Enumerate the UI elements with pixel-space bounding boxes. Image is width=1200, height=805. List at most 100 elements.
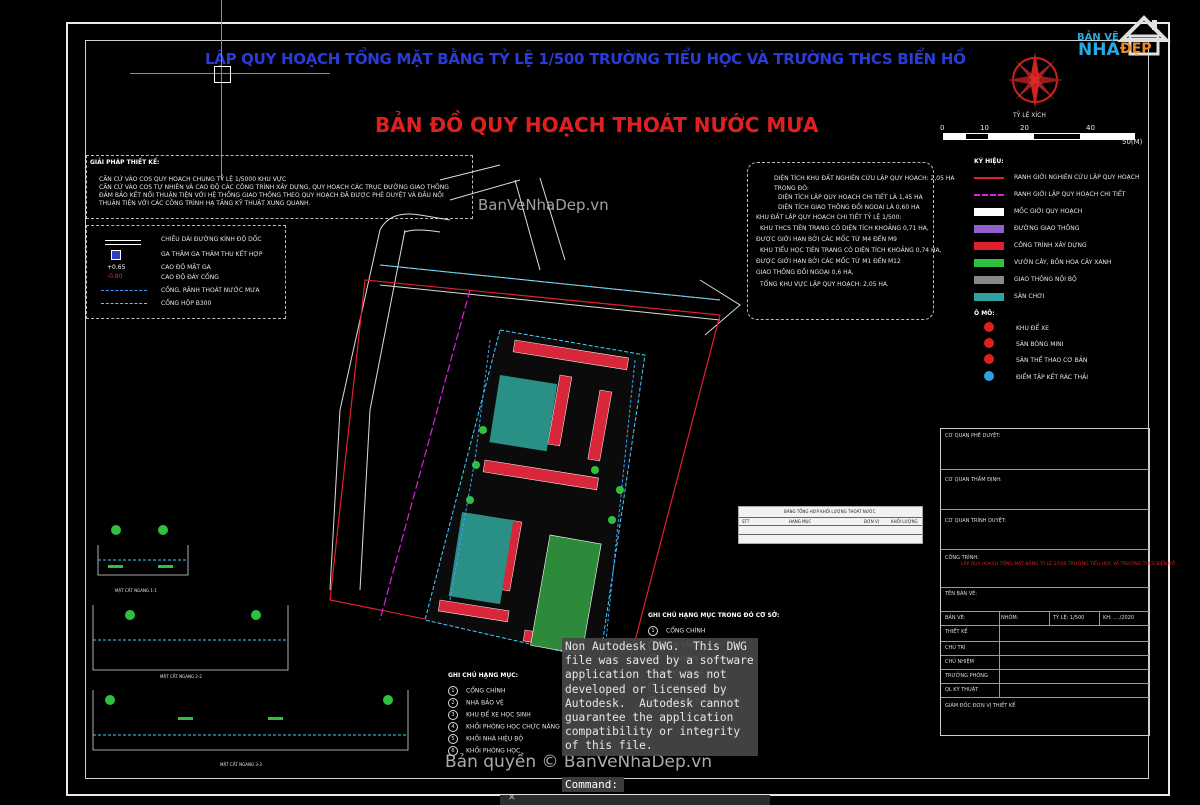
legend-item: VƯỜN CÂY, BỒN HOA CÂY XANH xyxy=(974,254,1139,271)
invert-level-symbol: -0.80 xyxy=(107,273,123,280)
item-number-icon: 1 xyxy=(648,626,658,636)
tb-tech: QL KỸ THUẬT xyxy=(945,687,979,693)
crosshair-vertical xyxy=(221,0,222,180)
legend-item: RANH GIỚI NGHIÊN CỨU LẬP QUY HOẠCH xyxy=(974,169,1139,186)
section-label: MẶT CẮT NGANG 1-1 xyxy=(115,588,157,593)
item-number-icon: 5 xyxy=(448,734,458,744)
tb-submission: CƠ QUAN TRÌNH DUYỆT: xyxy=(945,518,1006,524)
legend-label: CÔNG TRÌNH XÂY DỰNG xyxy=(1014,241,1087,249)
football-field-icon xyxy=(984,338,994,348)
legend-heading: KÝ HIỆU: xyxy=(974,158,1004,165)
legend-label: ĐƯỜNG GIAO THÔNG xyxy=(1014,224,1080,232)
north-arrow-icon xyxy=(1007,52,1063,108)
area-line: DIỆN TÍCH KHU ĐẤT NGHIÊN CỨU LẬP QUY HOẠ… xyxy=(774,175,955,182)
scale-bar xyxy=(943,133,1135,140)
drain-legend-item: CHIỀU DÀI ĐƯỜNG KÍNH ĐỘ DỐC xyxy=(161,236,262,243)
scale-tick-3: 40 xyxy=(1086,124,1095,132)
cross-sections xyxy=(92,525,409,751)
area-line: DIỆN TÍCH GIAO THÔNG ĐỐI NGOẠI LÀ 0,60 H… xyxy=(778,204,920,211)
scale-tick-1: 10 xyxy=(980,124,989,132)
cad-cursor-icon[interactable] xyxy=(214,66,231,83)
sports-court-icon xyxy=(984,354,994,364)
legend-swatch-icon xyxy=(974,224,1004,233)
legend-item: ĐƯỜNG GIAO THÔNG xyxy=(974,220,1139,237)
scale-tick-4: 50(M) xyxy=(1122,138,1143,146)
area-line: ĐƯỢC GIỚI HẠN BỞI CÁC MỐC TỪ M1 ĐẾN M12 xyxy=(756,258,901,265)
list-item: 2NHÀ BẢO VỆ xyxy=(448,698,504,708)
drain-legend-item: GA THĂM GA THÂM THU KẾT HỢP xyxy=(161,251,263,258)
area-line: DIỆN TÍCH LẬP QUY HOẠCH CHI TIẾT LÀ 1,45… xyxy=(778,194,923,201)
symbol-label: KHU ĐỂ XE xyxy=(1016,325,1049,332)
item-number-icon: 1 xyxy=(448,686,458,696)
watermark-top: BanVeNhaDep.vn xyxy=(478,196,609,214)
legend-item: GIAO THÔNG NỘI BỘ xyxy=(974,271,1139,288)
area-line: KHU TIỂU HỌC TIÊN TRANG CÓ DIỆN TÍCH KHO… xyxy=(760,247,942,254)
item-list: GHI CHÚ HẠNG MỤC: 1 CỔNG CHÍNH 2 NHÀ BẢO VỆ… xyxy=(448,672,560,762)
tb-drawing: BẢN VẼ: xyxy=(945,615,966,621)
section-label: MẶT CẮT NGANG 3-3 xyxy=(220,762,262,767)
drain-legend-box: CHIỀU DÀI ĐƯỜNG KÍNH ĐỘ DỐC GA THĂM GA T… xyxy=(86,225,286,319)
logo-big-text: NHÀ xyxy=(1078,40,1120,60)
legend-swatch-icon xyxy=(974,176,1004,179)
tb-project-name: LẬP QUY HOẠCH TỔNG MẶT BẰNG TỶ LỆ 1/500 … xyxy=(961,562,1176,567)
cover-level-symbol: +0.65 xyxy=(107,264,126,271)
legend-label: VƯỜN CÂY, BỒN HOA CÂY XANH xyxy=(1014,258,1112,266)
list-item: 3KHU ĐỂ XE HỌC SINH xyxy=(448,710,531,720)
area-line: GIAO THÔNG ĐỐI NGOẠI 0,6 HA, xyxy=(756,269,854,276)
tb-manager: CHỦ NHIỆM xyxy=(945,659,974,665)
area-line: TRONG ĐÓ: xyxy=(774,185,809,192)
tb-head: TRƯỞNG PHÒNG xyxy=(945,673,988,679)
table-title: BẢNG TỔNG HỢP KHỐI LƯỢNG THOÁT NƯỚC xyxy=(784,509,876,514)
close-icon[interactable]: ✕ xyxy=(508,793,516,803)
solution-line: THUẬN TIỆN VỚI CÁC CÔNG TRÌNH HẠ TẦNG KỸ… xyxy=(99,200,311,207)
legend-item: CÔNG TRÌNH XÂY DỰNG xyxy=(974,237,1139,254)
drain-legend-item: CỐNG HỘP B300 xyxy=(161,300,212,307)
area-line: KHU THCS TIÊN TRANG CÓ DIỆN TÍCH KHOẢNG … xyxy=(760,225,929,232)
manhole-icon xyxy=(111,250,121,260)
command-line[interactable]: Command: xyxy=(562,777,624,792)
legend-label: RANH GIỚI NGHIÊN CỨU LẬP QUY HOẠCH xyxy=(1014,173,1140,181)
legend-swatch-icon xyxy=(974,241,1004,250)
tb-code: KH: ..../2020 xyxy=(1103,615,1135,621)
tb-designer: THIẾT KẾ xyxy=(945,629,968,635)
tb-drawing-name: TÊN BẢN VẼ: xyxy=(945,591,977,597)
scale-label: TỶ LỆ XÍCH xyxy=(1013,112,1046,119)
legend-item: RANH GIỚI LẬP QUY HOẠCH CHI TIẾT xyxy=(974,186,1139,203)
scale-tick-2: 20 xyxy=(1020,124,1029,132)
tb-scale: TỶ LỆ: 1/500 xyxy=(1053,615,1085,621)
item-number-icon: 3 xyxy=(448,710,458,720)
list-item: 5 KHỐI NHÀ HIỆU BỘ xyxy=(448,734,523,744)
dwg-warning-tooltip: Non Autodesk DWG. This DWG file was save… xyxy=(562,638,758,756)
symbol-label: SÂN BÓNG MINI xyxy=(1016,341,1064,348)
tb-director: GIÁM ĐỐC ĐƠN VỊ THIẾT KẾ xyxy=(945,703,1016,709)
area-line: ĐƯỢC GIỚI HẠN BỞI CÁC MỐC TỪ M4 ĐẾN M9 xyxy=(756,236,897,243)
legend-swatch-icon xyxy=(974,292,1004,301)
tb-project: CÔNG TRÌNH: xyxy=(945,555,979,561)
legend-sub-heading: Ô MÔ: xyxy=(974,310,995,317)
drain-legend-item: CỐNG, RÃNH THOÁT NƯỚC MƯA xyxy=(161,287,260,294)
list-item: 1 CỔNG CHÍNH xyxy=(448,686,505,696)
item-list-2-heading: GHI CHÚ HẠNG MỤC TRONG ĐÓ CƠ SỞ: xyxy=(648,612,780,619)
parking-icon xyxy=(984,322,994,332)
legend-panel: KÝ HIỆU: RANH GIỚI NGHIÊN CỨU LẬP QUY HO… xyxy=(972,158,1147,398)
area-info-box: DIỆN TÍCH KHU ĐẤT NGHIÊN CỨU LẬP QUY HOẠ… xyxy=(747,162,954,320)
map-title: BẢN ĐỒ QUY HOẠCH THOÁT NƯỚC MƯA xyxy=(375,113,819,137)
tb-approval: CƠ QUAN PHÊ DUYỆT: xyxy=(945,433,1001,439)
tb-lead: CHỦ TRÌ xyxy=(945,645,966,651)
list-item: 1 CỔNG CHÍNH xyxy=(648,626,705,636)
list-item: 4 KHỐI PHÒNG HỌC CHỨC NĂNG xyxy=(448,722,560,732)
legend-swatch-icon xyxy=(974,275,1004,284)
item-number-icon: 2 xyxy=(448,698,458,708)
area-line: TỔNG KHU VỰC LẬP QUY HOẠCH: 2,05 HA. xyxy=(760,281,889,288)
command-bar[interactable]: ✕ xyxy=(500,793,770,805)
legend-swatch-icon xyxy=(974,193,1004,196)
drain-volume-table: BẢNG TỔNG HỢP KHỐI LƯỢNG THOÁT NƯỚC STT … xyxy=(738,506,923,544)
legend-swatch-icon xyxy=(974,258,1004,267)
waste-point-icon xyxy=(984,371,994,381)
area-line: KHU ĐẤT LẬP QUY HOẠCH CHI TIẾT TỶ LỆ 1/5… xyxy=(756,214,902,221)
drain-legend-item: CAO ĐỘ ĐÁY CỐNG xyxy=(161,274,219,281)
tb-appraisal: CƠ QUAN THẨM ĐỊNH: xyxy=(945,477,1002,483)
logo-accent-text: ĐẸP xyxy=(1120,41,1152,57)
legend-item: MỐC GIỚI QUY HOẠCH xyxy=(974,203,1139,220)
solution-heading: GIẢI PHÁP THIẾT KẾ: xyxy=(90,159,160,166)
